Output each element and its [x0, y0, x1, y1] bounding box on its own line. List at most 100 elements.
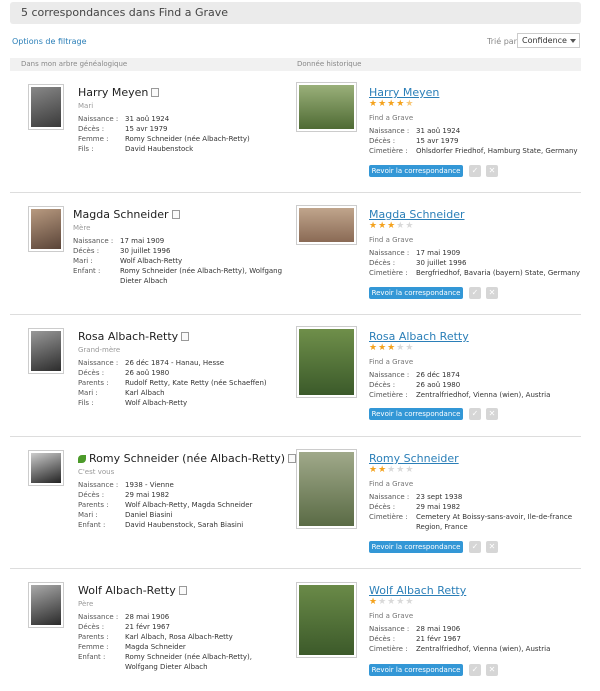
filter-options-link[interactable]: Options de filtrage: [12, 37, 87, 46]
grave-photo: [296, 582, 357, 658]
confirm-icon[interactable]: ✓: [469, 287, 481, 299]
fact-label: Parents :: [78, 501, 109, 509]
star-icon: ★: [405, 99, 415, 109]
record-name-link[interactable]: Romy Schneider: [369, 452, 459, 465]
fact-label: Naissance :: [78, 359, 119, 367]
fact-value: 28 mai 1906: [416, 625, 461, 633]
fact-label: Décès :: [369, 381, 396, 389]
grave-image: [299, 452, 354, 526]
record-name-link[interactable]: Magda Schneider: [369, 208, 465, 221]
row-divider: [10, 436, 581, 437]
fact-value: 21 févr 1967: [125, 623, 170, 631]
review-match-button[interactable]: Revoir la correspondance: [369, 408, 463, 420]
fact-label: Décès :: [78, 491, 105, 499]
reject-icon[interactable]: ✕: [486, 541, 498, 553]
leaf-icon: [78, 455, 86, 463]
fact-label: Naissance :: [73, 237, 114, 245]
confirm-icon[interactable]: ✓: [469, 664, 481, 676]
column-headers: Dans mon arbre généalogique Donnée histo…: [10, 58, 581, 71]
star-icon: ★: [387, 465, 397, 475]
fact-label: Décès :: [369, 137, 396, 145]
fact-label: Mari :: [78, 389, 98, 397]
person-name: Harry Meyen: [78, 86, 160, 99]
document-icon[interactable]: [181, 332, 190, 341]
confirm-icon[interactable]: ✓: [469, 408, 481, 420]
fact-label: Cimetière :: [369, 645, 408, 653]
fact-value: Rudolf Retty, Kate Retty (née Schaeffen): [125, 379, 267, 387]
fact-label: Femme :: [78, 135, 109, 143]
fact-value: David Haubenstock, Sarah Biasini: [125, 521, 244, 529]
star-icon: ★: [387, 99, 397, 109]
fact-label: Parents :: [78, 379, 109, 387]
fact-value: 17 mai 1909: [416, 249, 461, 257]
star-icon: ★: [369, 597, 379, 607]
column-header-records: Donnée historique: [297, 60, 362, 68]
review-match-button[interactable]: Revoir la correspondance: [369, 165, 463, 177]
fact-value: Wolfgang Dieter Albach: [125, 663, 208, 671]
fact-value: Wolf Albach-Retty: [125, 399, 188, 407]
fact-value: Magda Schneider: [125, 643, 186, 651]
record-name-link[interactable]: Rosa Albach Retty: [369, 330, 469, 343]
confirm-icon[interactable]: ✓: [469, 541, 481, 553]
document-icon[interactable]: [151, 88, 160, 97]
fact-label: Enfant :: [73, 267, 101, 275]
person-name-text: Magda Schneider: [73, 208, 169, 221]
portrait-image: [31, 87, 61, 127]
relation-label: Mari: [78, 102, 94, 110]
grave-image: [299, 585, 354, 655]
person-photo: [28, 582, 64, 628]
fact-label: Décès :: [78, 623, 105, 631]
star-icon: ★: [405, 597, 415, 607]
record-name-link[interactable]: Wolf Albach Retty: [369, 584, 466, 597]
fact-label: Cimetière :: [369, 391, 408, 399]
sort-select[interactable]: Confidence: [517, 33, 580, 48]
star-icon: ★: [396, 343, 406, 353]
fact-value: 15 avr 1979: [416, 137, 459, 145]
row-divider: [10, 192, 581, 193]
person-photo: [28, 450, 64, 486]
reject-icon[interactable]: ✕: [486, 664, 498, 676]
record-name-link[interactable]: Harry Meyen: [369, 86, 439, 99]
relation-label: C'est vous: [78, 468, 115, 476]
chevron-down-icon: [570, 39, 576, 43]
person-photo: [28, 328, 64, 374]
review-match-button[interactable]: Revoir la correspondance: [369, 664, 463, 676]
reject-icon[interactable]: ✕: [486, 165, 498, 177]
reject-icon[interactable]: ✕: [486, 287, 498, 299]
document-icon[interactable]: [288, 454, 297, 463]
review-match-button[interactable]: Revoir la correspondance: [369, 541, 463, 553]
confirm-icon[interactable]: ✓: [469, 165, 481, 177]
review-match-button[interactable]: Revoir la correspondance: [369, 287, 463, 299]
person-name: Wolf Albach-Retty: [78, 584, 187, 597]
relation-label: Mère: [73, 224, 91, 232]
fact-value: 31 aoû 1924: [416, 127, 461, 135]
fact-value: Karl Albach, Rosa Albach-Retty: [125, 633, 233, 641]
fact-value: 28 mai 1906: [125, 613, 170, 621]
sort-value: Confidence: [522, 36, 567, 45]
person-name: Magda Schneider: [73, 208, 180, 221]
star-icon: ★: [369, 99, 379, 109]
document-icon[interactable]: [171, 210, 180, 219]
fact-value: Zentralfriedhof, Vienna (wien), Austria: [416, 391, 551, 399]
reject-icon[interactable]: ✕: [486, 408, 498, 420]
star-icon: ★: [396, 597, 406, 607]
row-divider: [10, 314, 581, 315]
fact-value: Karl Albach: [125, 389, 165, 397]
source-label: Find a Grave: [369, 114, 414, 122]
grave-image: [299, 208, 354, 242]
fact-label: Fils :: [78, 399, 94, 407]
grave-image: [299, 85, 354, 129]
source-label: Find a Grave: [369, 236, 414, 244]
portrait-image: [31, 453, 61, 483]
column-header-tree: Dans mon arbre généalogique: [21, 60, 128, 68]
document-icon[interactable]: [178, 586, 187, 595]
star-icon: ★: [396, 99, 406, 109]
star-icon: ★: [378, 99, 388, 109]
star-icon: ★: [378, 597, 388, 607]
fact-label: Naissance :: [369, 625, 410, 633]
person-name-text: Romy Schneider (née Albach-Retty): [89, 452, 286, 465]
fact-label: Cimetière :: [369, 269, 408, 277]
portrait-image: [31, 585, 61, 625]
confidence-stars: ★★★★★: [369, 597, 414, 607]
fact-label: Enfant :: [78, 521, 106, 529]
